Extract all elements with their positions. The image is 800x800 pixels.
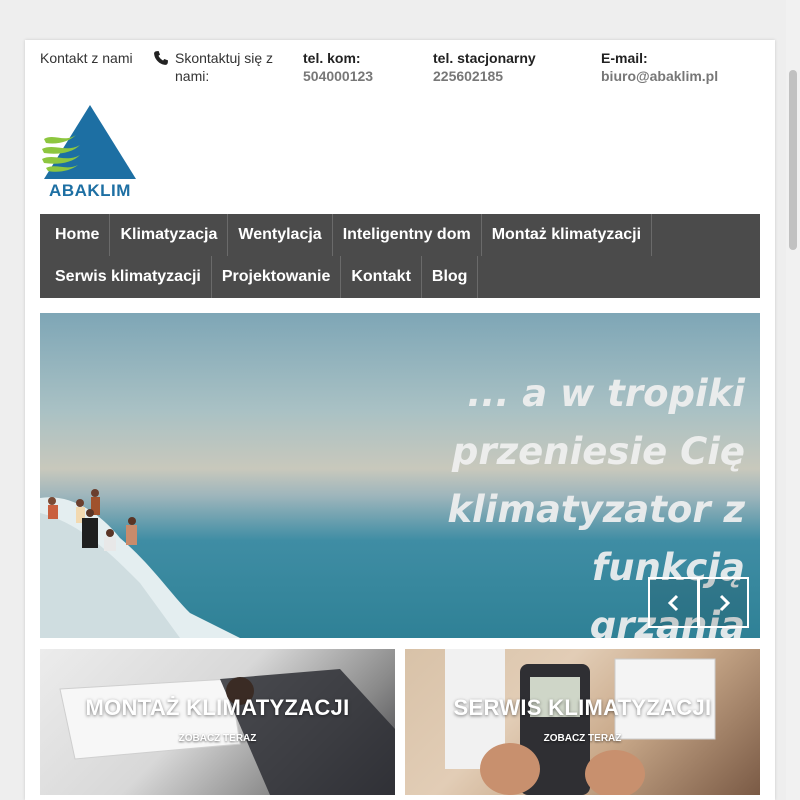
tile-title: MONTAŻ KLIMATYZACJI — [85, 695, 350, 720]
slider-next-button[interactable] — [698, 577, 749, 628]
mobile-label: tel. kom: — [303, 50, 361, 66]
nav-row: Serwis klimatyzacji Projektowanie Kontak… — [40, 256, 479, 298]
hero-caption-line: przeniesie Cię — [451, 430, 745, 473]
hero-caption-line: ... a w tropiki — [467, 372, 745, 415]
main-nav: Home Klimatyzacja Wentylacja Inteligentn… — [40, 214, 760, 298]
nav-item-wentylacja[interactable]: Wentylacja — [228, 214, 333, 256]
page: Kontakt z nami Skontaktuj się z nami: te… — [25, 40, 775, 800]
mobile-phone: tel. kom: 504000123 — [303, 49, 373, 85]
nav-row: Home Klimatyzacja Wentylacja Inteligentn… — [40, 214, 653, 256]
slider-prev-button[interactable] — [648, 577, 699, 628]
nav-item-projektowanie[interactable]: Projektowanie — [212, 256, 342, 298]
nav-item-blog[interactable]: Blog — [422, 256, 479, 298]
tile-montaz-image — [59, 669, 395, 795]
scrollbar-thumb[interactable] — [789, 70, 797, 250]
tile-montaz[interactable]: MONTAŻ KLIMATYZACJI ZOBACZ TERAZ — [40, 649, 395, 795]
tile-serwis-image — [445, 649, 716, 795]
email-link[interactable]: biuro@abaklim.pl — [601, 67, 718, 85]
page-scrollbar[interactable] — [786, 0, 800, 800]
tile-title: SERWIS KLIMATYZACJI — [453, 695, 712, 720]
chevron-left-icon — [667, 594, 679, 612]
landline-number-link[interactable]: 225602185 — [433, 67, 536, 85]
call-label: Skontaktuj się z nami: — [175, 50, 274, 84]
contact-heading: Kontakt z nami — [40, 50, 133, 66]
logo-text: ABAKLIM — [49, 181, 131, 200]
chevron-right-icon — [719, 594, 731, 612]
logo[interactable]: ABAKLIM — [40, 103, 140, 203]
tile-cta[interactable]: ZOBACZ TERAZ — [405, 733, 760, 744]
landline-label: tel. stacjonarny — [433, 50, 536, 66]
nav-item-klimatyzacja[interactable]: Klimatyzacja — [110, 214, 229, 256]
phone-icon — [153, 50, 169, 66]
logo-triangle-icon — [42, 105, 136, 179]
hero-slider: ... a w tropiki przeniesie Cię klimatyza… — [40, 313, 760, 638]
nav-item-inteligentny-dom[interactable]: Inteligentny dom — [333, 214, 482, 256]
nav-item-kontakt[interactable]: Kontakt — [341, 256, 422, 298]
landline-phone: tel. stacjonarny 225602185 — [433, 49, 536, 85]
nav-item-serwis[interactable]: Serwis klimatyzacji — [40, 256, 212, 298]
tile-cta[interactable]: ZOBACZ TERAZ — [40, 733, 395, 744]
tile-serwis[interactable]: SERWIS KLIMATYZACJI ZOBACZ TERAZ — [405, 649, 760, 795]
nav-item-home[interactable]: Home — [40, 214, 111, 256]
contact-bar: Kontakt z nami Skontaktuj się z nami: te… — [40, 49, 760, 89]
email-label: E-mail: — [601, 50, 648, 66]
email-contact: E-mail: biuro@abaklim.pl — [601, 49, 718, 85]
mobile-number-link[interactable]: 504000123 — [303, 67, 373, 85]
nav-item-montaz[interactable]: Montaż klimatyzacji — [482, 214, 653, 256]
